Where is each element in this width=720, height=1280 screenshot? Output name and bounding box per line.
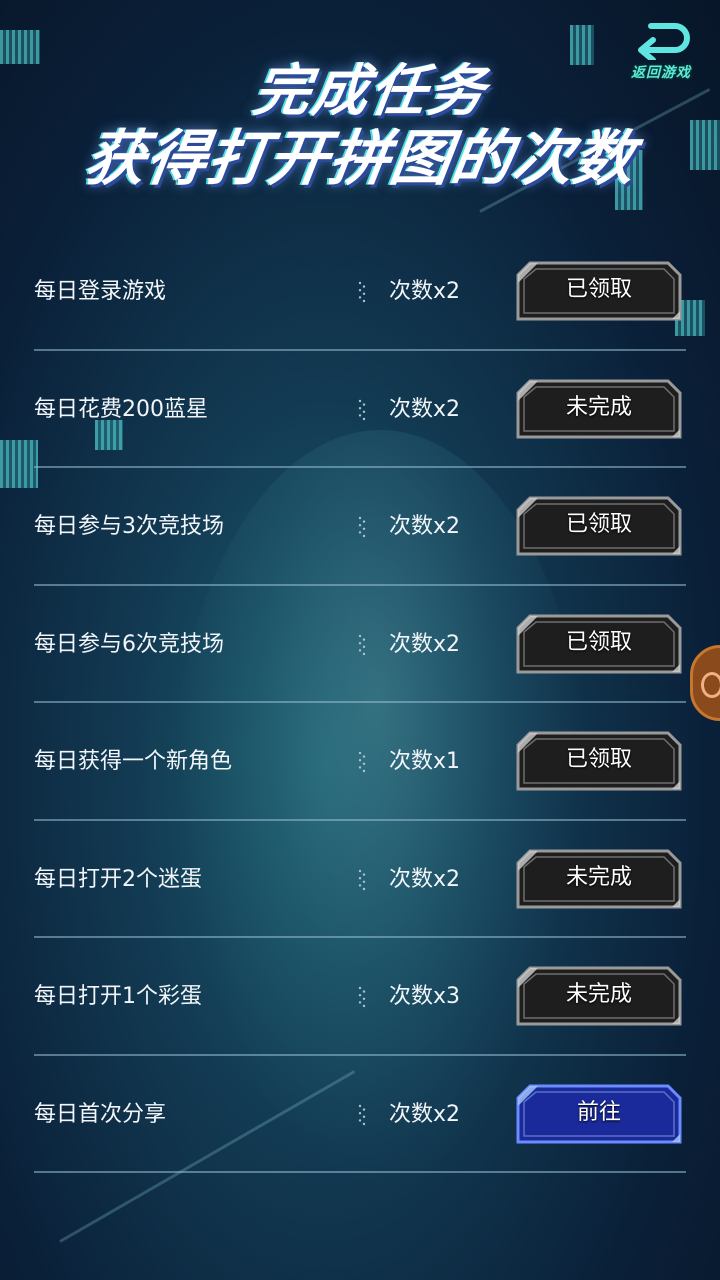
task-row: 每日打开1个彩蛋 次数x3 未完成 (34, 938, 686, 1056)
task-button-label: 已领取 (565, 277, 632, 302)
task-reward-count: 次数x2 (389, 279, 461, 304)
go-button[interactable]: 前往 (516, 1084, 682, 1144)
claimed-button[interactable]: 已领取 (516, 496, 682, 556)
background-stripe (0, 30, 40, 64)
task-name: 每日参与6次竞技场 (34, 631, 224, 657)
dotted-separator-icon (358, 281, 366, 303)
task-reward-count: 次数x2 (389, 866, 461, 892)
title-line-2: 获得打开拼图的次数 (80, 124, 640, 194)
dotted-separator-icon (358, 751, 366, 773)
task-reward-count: 次数x3 (389, 984, 461, 1009)
task-row: 每日花费200蓝星 次数x2 未完成 (34, 351, 686, 468)
dotted-separator-icon (358, 516, 366, 538)
dotted-separator-icon (358, 634, 366, 655)
dotted-separator-icon (358, 986, 366, 1008)
task-reward-count: 次数x2 (389, 396, 461, 422)
task-row: 每日参与6次竞技场 次数x2 已领取 (34, 586, 686, 703)
task-name: 每日花费200蓝星 (34, 396, 208, 422)
claimed-button[interactable]: 已领取 (516, 731, 682, 791)
task-name: 每日获得一个新角色 (34, 749, 233, 774)
task-reward-count: 次数x2 (389, 631, 461, 657)
dotted-separator-icon (358, 869, 366, 890)
task-list: 每日登录游戏 次数x2 已领取 每日花费200蓝星 次数x2 未完成 每日参与3次竞技场 次数… (34, 233, 686, 1173)
task-button-label: 未完成 (565, 394, 632, 420)
background-stripe (0, 440, 38, 488)
task-name: 每日参与3次竞技场 (34, 514, 224, 539)
background-stripe (570, 25, 594, 65)
task-button-label: 已领取 (565, 512, 632, 537)
task-button-label: 已领取 (565, 629, 632, 655)
claimed-button[interactable]: 已领取 (516, 261, 682, 321)
return-arrow-icon (638, 23, 690, 60)
task-row: 每日获得一个新角色 次数x1 已领取 (34, 703, 686, 821)
side-float-tab[interactable] (690, 645, 720, 721)
task-button-label: 未完成 (565, 864, 632, 890)
claimed-button[interactable]: 已领取 (516, 614, 682, 674)
task-button-label: 未完成 (565, 982, 632, 1007)
heart-icon (701, 672, 720, 698)
incomplete-button[interactable]: 未完成 (516, 849, 682, 909)
task-reward-count: 次数x2 (389, 514, 461, 539)
task-reward-count: 次数x2 (389, 1101, 461, 1127)
incomplete-button[interactable]: 未完成 (516, 966, 682, 1026)
task-row: 每日参与3次竞技场 次数x2 已领取 (34, 468, 686, 586)
incomplete-button[interactable]: 未完成 (516, 379, 682, 439)
task-row: 每日打开2个迷蛋 次数x2 未完成 (34, 821, 686, 938)
dotted-separator-icon (358, 1104, 366, 1125)
task-row: 每日登录游戏 次数x2 已领取 (34, 233, 686, 351)
title-line-1: 完成任务 (249, 59, 491, 124)
page-title: 完成任务 获得打开拼图的次数 (0, 59, 720, 194)
task-name: 每日首次分享 (34, 1101, 167, 1127)
task-name: 每日打开2个迷蛋 (34, 866, 202, 892)
task-name: 每日登录游戏 (34, 279, 167, 304)
task-button-label: 已领取 (565, 747, 632, 772)
task-button-label: 前往 (576, 1099, 621, 1125)
task-name: 每日打开1个彩蛋 (34, 984, 202, 1009)
task-row: 每日首次分享 次数x2 前往 (34, 1056, 686, 1173)
dotted-separator-icon (358, 399, 366, 420)
task-reward-count: 次数x1 (389, 749, 461, 774)
